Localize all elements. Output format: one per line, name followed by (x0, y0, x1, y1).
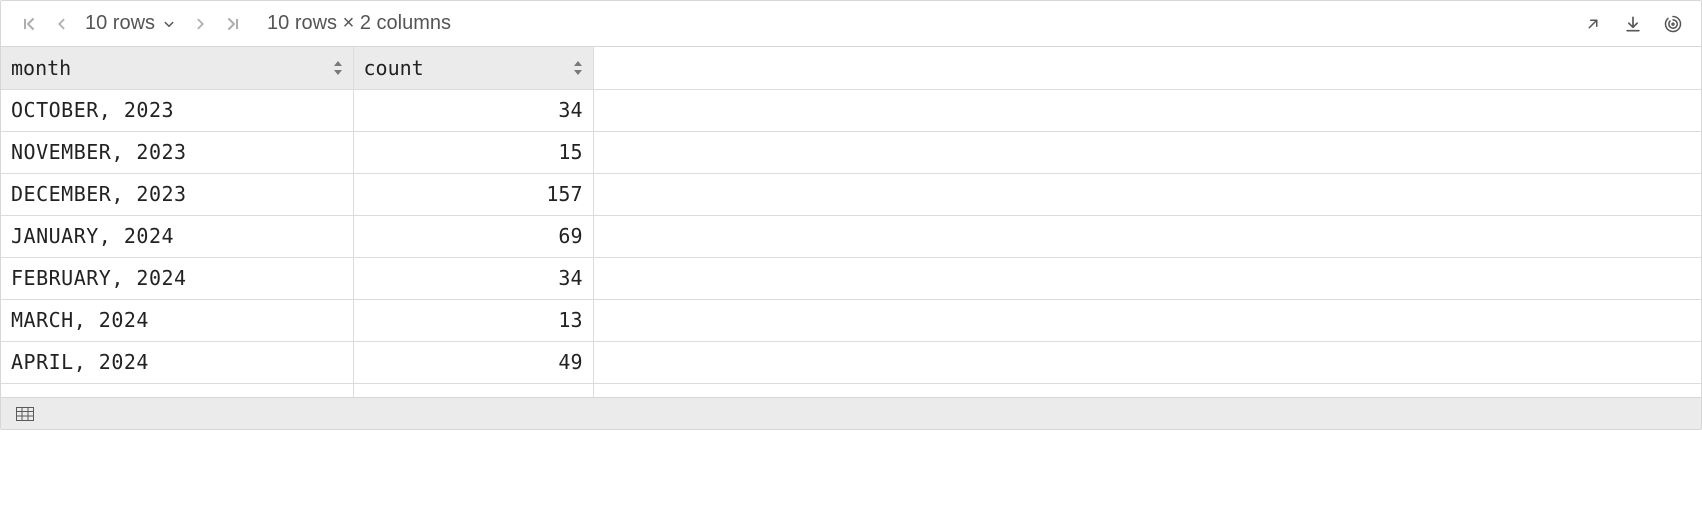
cell-month: JANUARY, 2024 (1, 215, 353, 257)
cell-empty (593, 89, 1701, 131)
cell-empty (593, 131, 1701, 173)
chevron-left-icon (54, 17, 68, 31)
table-row[interactable]: NOVEMBER, 202315 (1, 131, 1701, 173)
cell-count: 34 (353, 257, 593, 299)
prev-page-button[interactable] (47, 10, 75, 38)
sort-icon[interactable] (331, 59, 345, 77)
page-size-selector[interactable]: 10 rows (85, 12, 177, 35)
result-toolbar: 10 rows 10 rows × 2 columns (1, 1, 1701, 47)
cell-count: 13 (353, 299, 593, 341)
table-view-tab[interactable] (13, 404, 37, 424)
column-header-month[interactable]: month (1, 47, 353, 89)
table-row[interactable]: APRIL, 202449 (1, 341, 1701, 383)
table-row[interactable]: FEBRUARY, 202434 (1, 257, 1701, 299)
download-icon (1623, 14, 1643, 34)
open-external-icon (1584, 15, 1602, 33)
table-row (1, 383, 1701, 397)
open-external-button[interactable] (1577, 8, 1609, 40)
cell-count: 49 (353, 341, 593, 383)
table-row[interactable]: MARCH, 202413 (1, 299, 1701, 341)
page-size-label: 10 rows (85, 12, 155, 35)
first-page-icon (21, 16, 37, 32)
table-row[interactable]: DECEMBER, 2023157 (1, 173, 1701, 215)
cell-empty (593, 173, 1701, 215)
table-icon (16, 407, 34, 421)
spiral-icon (1663, 14, 1683, 34)
next-page-button[interactable] (187, 10, 215, 38)
cell-empty (593, 383, 1701, 397)
cell-month: FEBRUARY, 2024 (1, 257, 353, 299)
cell-empty (593, 299, 1701, 341)
table-row[interactable]: OCTOBER, 202334 (1, 89, 1701, 131)
cell-month: DECEMBER, 2023 (1, 173, 353, 215)
result-grid: month count OCTOBER, 202334NOVEMB (1, 47, 1701, 397)
column-header-label: count (364, 56, 424, 80)
column-header-count[interactable]: count (353, 47, 593, 89)
cell-month: MARCH, 2024 (1, 299, 353, 341)
sort-icon[interactable] (571, 59, 585, 77)
cell-month (1, 383, 353, 397)
cell-count: 157 (353, 173, 593, 215)
result-summary: 10 rows × 2 columns (267, 12, 451, 35)
chevron-down-icon (161, 16, 177, 32)
header-row: month count (1, 47, 1701, 89)
cell-empty (593, 257, 1701, 299)
result-table: month count OCTOBER, 202334NOVEMB (1, 47, 1701, 397)
result-panel: 10 rows 10 rows × 2 columns (0, 0, 1702, 430)
last-page-icon (225, 16, 241, 32)
cell-empty (593, 215, 1701, 257)
last-page-button[interactable] (219, 10, 247, 38)
cell-count (353, 383, 593, 397)
cell-empty (593, 341, 1701, 383)
refresh-button[interactable] (1657, 8, 1689, 40)
chevron-right-icon (194, 17, 208, 31)
column-header-empty (593, 47, 1701, 89)
cell-count: 69 (353, 215, 593, 257)
table-row[interactable]: JANUARY, 202469 (1, 215, 1701, 257)
cell-month: NOVEMBER, 2023 (1, 131, 353, 173)
first-page-button[interactable] (15, 10, 43, 38)
cell-count: 34 (353, 89, 593, 131)
column-header-label: month (11, 56, 71, 80)
cell-month: APRIL, 2024 (1, 341, 353, 383)
cell-count: 15 (353, 131, 593, 173)
cell-month: OCTOBER, 2023 (1, 89, 353, 131)
download-button[interactable] (1617, 8, 1649, 40)
result-footer (1, 397, 1701, 429)
